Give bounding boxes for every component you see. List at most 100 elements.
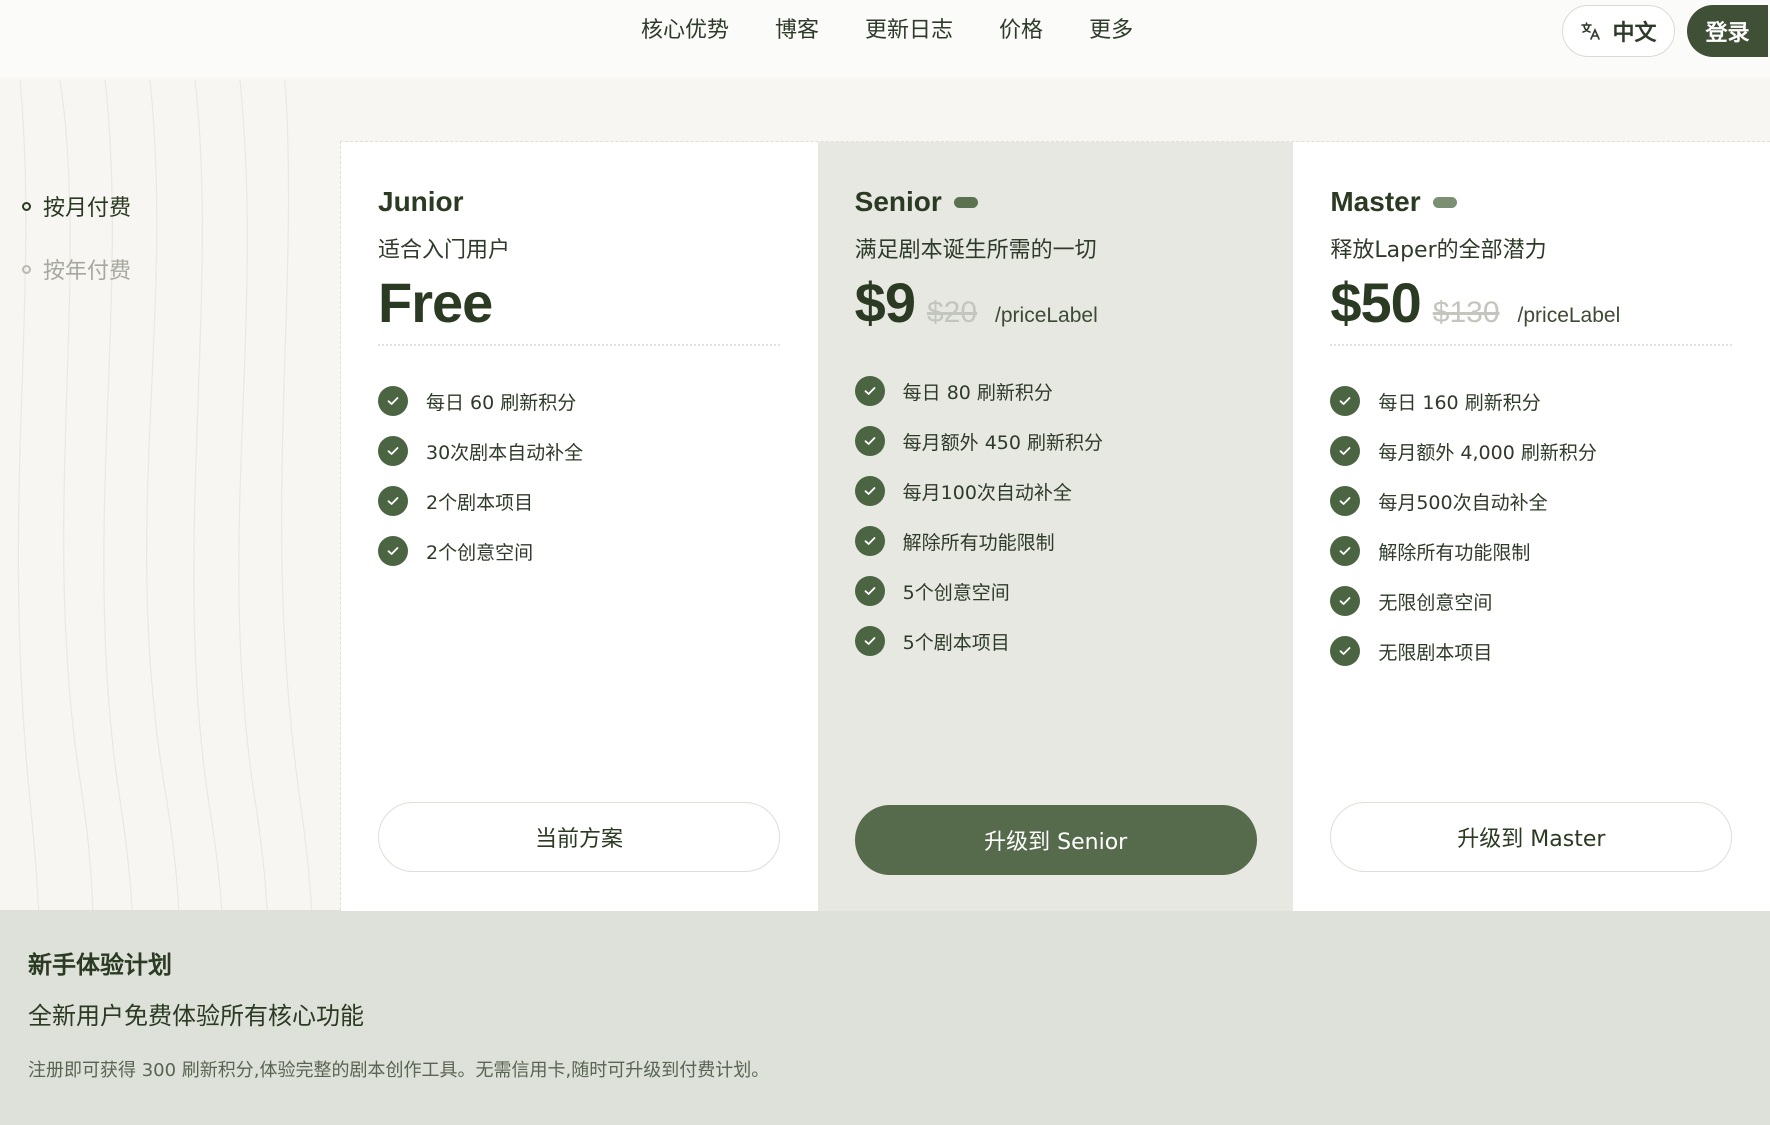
language-switch-button[interactable]: 中文 — [1562, 5, 1675, 57]
check-icon — [378, 536, 408, 566]
banner-note: 注册即可获得 300 刷新积分,体验完整的剧本创作工具。无需信用卡,随时可升级到… — [28, 1060, 770, 1081]
nav-item-more[interactable]: 更多 — [1066, 14, 1156, 48]
top-navigation-bar: 核心优势 博客 更新日志 价格 更多 中文 登录 — [0, 0, 1770, 78]
check-icon — [1330, 436, 1361, 466]
check-icon — [854, 626, 885, 656]
feature-label: 5个剧本项目 — [902, 631, 1010, 654]
feature-item: 30次剧本自动补全 — [378, 436, 781, 466]
feature-label: 每日 60 刷新积分 — [426, 391, 577, 414]
billing-option-label: 按月付费 — [43, 196, 132, 221]
divider — [378, 344, 780, 346]
feature-label: 解除所有功能限制 — [1378, 541, 1531, 564]
plan-name: Master — [1330, 186, 1421, 217]
check-icon — [854, 426, 885, 456]
plan-name: Senior — [854, 186, 942, 217]
plan-card-senior: Senior 满足剧本诞生所需的一切 $9 $20 /priceLabel 每日… — [817, 142, 1294, 911]
feature-label: 2个创意空间 — [426, 541, 534, 564]
feature-list: 每日 60 刷新积分 30次剧本自动补全 2个剧本项目 2个创意空间 — [378, 386, 781, 566]
check-icon — [854, 476, 885, 506]
feature-label: 每月额外 4,000 刷新积分 — [1378, 441, 1597, 464]
check-icon — [1330, 486, 1361, 516]
feature-list: 每日 160 刷新积分每月额外 4,000 刷新积分 每月500次自动补全 解除所有… — [1330, 386, 1733, 666]
plan-price: $9 — [854, 271, 916, 334]
feature-label: 每月额外 450 刷新积分 — [902, 431, 1104, 454]
feature-item: 5个创意空间 — [854, 576, 1257, 606]
feature-item: 每日 80 刷新积分 — [854, 376, 1257, 406]
original-price: $130 — [1432, 296, 1500, 329]
feature-label: 5个创意空间 — [902, 581, 1010, 604]
feature-label: 30次剧本自动补全 — [426, 441, 584, 464]
plan-card-master: Master 释放Laper的全部潜力 $50 $130 /priceLabel… — [1293, 142, 1770, 911]
feature-label: 每日 80 刷新积分 — [902, 381, 1053, 404]
feature-item: 每日 60 刷新积分 — [378, 386, 781, 416]
billing-option-yearly[interactable]: 按年付费 — [22, 251, 131, 287]
check-icon — [854, 526, 885, 556]
feature-item: 解除所有功能限制 — [854, 526, 1257, 556]
feature-label: 2个剧本项目 — [426, 491, 534, 514]
main-nav: 核心优势 博客 更新日志 价格 更多 — [618, 14, 1156, 48]
nav-item-pricing[interactable]: 价格 — [976, 14, 1066, 48]
translate-icon — [1580, 20, 1602, 42]
plan-price: $50 — [1330, 271, 1421, 334]
nav-item-changelog[interactable]: 更新日志 — [842, 14, 976, 48]
check-icon — [378, 386, 408, 416]
feature-item: 解除所有功能限制 — [1330, 536, 1733, 566]
language-label: 中文 — [1612, 21, 1657, 46]
plan-name-row: Master — [1330, 182, 1733, 222]
banner-subtitle: 全新用户免费体验所有核心功能 — [28, 1002, 364, 1030]
feature-label: 每日 160 刷新积分 — [1378, 391, 1541, 414]
upgrade-senior-button[interactable]: 升级到 Senior — [854, 805, 1257, 875]
check-icon — [1330, 636, 1361, 666]
feature-item: 无限创意空间 — [1330, 586, 1733, 616]
feature-item: 每月额外 4,000 刷新积分 — [1330, 436, 1733, 466]
newbie-trial-banner: 新手体验计划 全新用户免费体验所有核心功能 注册即可获得 300 刷新积分,体验… — [0, 910, 1770, 1125]
original-price: $20 — [926, 296, 978, 329]
check-icon — [854, 376, 885, 406]
login-button[interactable]: 登录 — [1687, 5, 1768, 57]
plan-description: 适合入门用户 — [378, 238, 511, 263]
plan-name: Junior — [378, 186, 464, 217]
price-row: Free — [378, 270, 781, 334]
plan-name-row: Senior — [855, 182, 1257, 222]
plan-badge-icon — [1432, 196, 1457, 208]
feature-label: 每月500次自动补全 — [1378, 491, 1548, 514]
feature-item: 每日 160 刷新积分 — [1330, 386, 1733, 416]
feature-item: 5个剧本项目 — [854, 626, 1257, 656]
current-plan-button[interactable]: 当前方案 — [378, 802, 780, 872]
plan-description: 满足剧本诞生所需的一切 — [854, 238, 1097, 263]
price-row: $50 $130 /priceLabel — [1330, 270, 1733, 334]
feature-item: 每月500次自动补全 — [1330, 486, 1733, 516]
radio-dot-icon — [22, 201, 31, 211]
radio-dot-icon — [22, 264, 31, 274]
plan-badge-icon — [953, 196, 978, 208]
feature-item: 2个创意空间 — [378, 536, 781, 566]
billing-option-monthly[interactable]: 按月付费 — [22, 188, 131, 224]
plan-description: 释放Laper的全部潜力 — [1330, 238, 1547, 263]
check-icon — [1330, 386, 1361, 416]
check-icon — [378, 436, 408, 466]
banner-title: 新手体验计划 — [28, 951, 172, 979]
feature-item: 2个剧本项目 — [378, 486, 781, 516]
upgrade-master-button[interactable]: 升级到 Master — [1330, 802, 1733, 872]
check-icon — [854, 576, 885, 606]
feature-label: 解除所有功能限制 — [902, 531, 1055, 554]
billing-option-label: 按年付费 — [43, 259, 132, 284]
price-period-label: /priceLabel — [1517, 304, 1621, 327]
feature-item: 无限剧本项目 — [1330, 636, 1733, 666]
plan-card-junior: Junior 适合入门用户 Free 每日 60 刷新积分 30次剧本自动补全 2个… — [341, 142, 818, 911]
nav-item-core-advantages[interactable]: 核心优势 — [618, 14, 752, 48]
nav-item-blog[interactable]: 博客 — [752, 14, 842, 48]
feature-list: 每日 80 刷新积分每月额外 450 刷新积分 每月100次自动补全 解除所有功能限… — [854, 376, 1257, 656]
divider — [1330, 344, 1733, 346]
pricing-cards: Junior 适合入门用户 Free 每日 60 刷新积分 30次剧本自动补全 2个… — [340, 141, 1770, 911]
billing-period-toggle: 按月付费 按年付费 — [22, 188, 131, 314]
plan-price: Free — [378, 271, 493, 334]
feature-label: 无限剧本项目 — [1378, 641, 1493, 664]
price-period-label: /priceLabel — [995, 304, 1098, 327]
feature-label: 无限创意空间 — [1378, 591, 1493, 614]
feature-item: 每月100次自动补全 — [854, 476, 1257, 506]
price-row: $9 $20 /priceLabel — [855, 270, 1257, 334]
check-icon — [1330, 586, 1361, 616]
feature-label: 每月100次自动补全 — [902, 481, 1072, 504]
plan-name-row: Junior — [378, 182, 781, 222]
